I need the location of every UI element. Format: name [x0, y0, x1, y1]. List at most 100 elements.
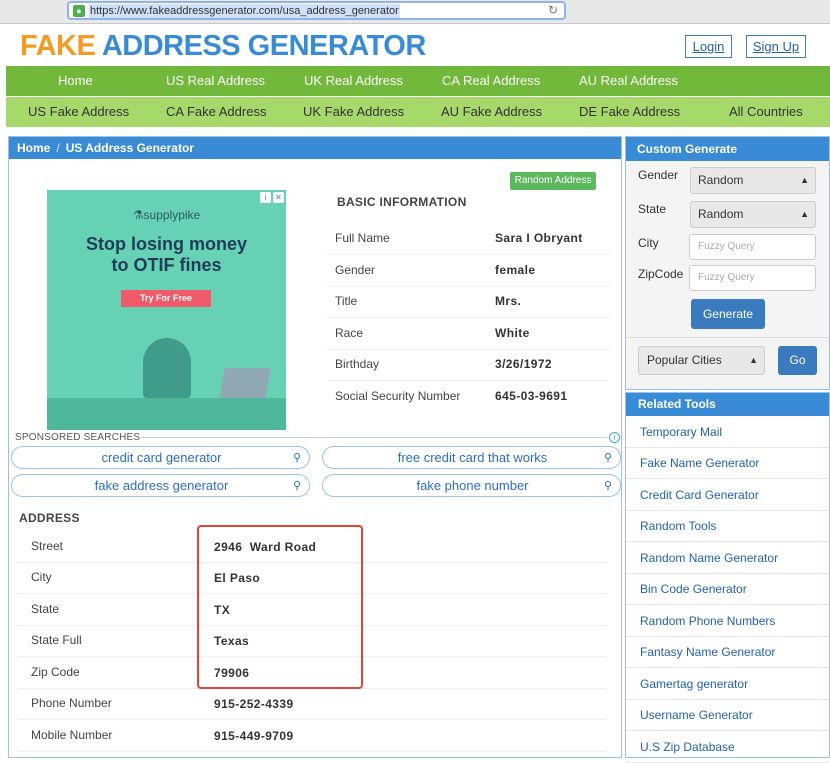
- address-value: 915-252-4339: [214, 697, 294, 711]
- address-label: Zip Code: [31, 665, 80, 679]
- nav-us-real-address[interactable]: US Real Address: [166, 66, 265, 96]
- breadcrumb-home[interactable]: Home: [17, 141, 50, 155]
- random-address-button[interactable]: Random Address: [510, 172, 596, 190]
- nav-all-countries[interactable]: All Countries: [729, 97, 803, 127]
- search-pill-credit-card-generator[interactable]: credit card generator ⚲: [11, 446, 310, 469]
- info-value: female: [495, 263, 536, 277]
- search-pill-fake-address-generator[interactable]: fake address generator ⚲: [11, 474, 310, 497]
- tool-link-us-zip-database[interactable]: U.S Zip Database: [626, 732, 829, 763]
- ad-close-icon[interactable]: ✕: [273, 192, 284, 203]
- sidebar-divider: [626, 337, 829, 338]
- nav-uk-real-address[interactable]: UK Real Address: [304, 66, 403, 96]
- nav-us-fake-address[interactable]: US Fake Address: [28, 97, 129, 127]
- sponsored-info-icon[interactable]: i: [609, 432, 620, 443]
- search-icon: ⚲: [603, 480, 612, 492]
- address-label: City: [31, 570, 52, 584]
- tool-link-bin-code-generator[interactable]: Bin Code Generator: [626, 574, 829, 605]
- info-value: White: [495, 326, 530, 340]
- reload-icon[interactable]: ↻: [548, 3, 558, 18]
- secondary-nav: US Fake Address CA Fake Address UK Fake …: [6, 97, 830, 127]
- ad-headline: Stop losing money to OTIF fines: [47, 234, 286, 276]
- ad-laptop-illustration: [219, 368, 271, 398]
- tool-link-random-name-generator[interactable]: Random Name Generator: [626, 543, 829, 574]
- tool-link-fantasy-name-generator[interactable]: Fantasy Name Generator: [626, 637, 829, 668]
- address-heading: ADDRESS: [19, 511, 80, 525]
- nav-ca-real-address[interactable]: CA Real Address: [442, 66, 540, 96]
- popular-cities-value: Popular Cities: [647, 353, 722, 367]
- search-pill-text: fake phone number: [416, 478, 529, 493]
- search-pill-text: credit card generator: [101, 450, 222, 465]
- gender-select[interactable]: Random ▲: [690, 167, 816, 194]
- nav-uk-fake-address[interactable]: UK Fake Address: [303, 97, 404, 127]
- gender-label: Gender: [638, 168, 679, 182]
- address-bar[interactable]: ● https://www.fakeaddressgenerator.com/u…: [67, 1, 566, 20]
- nav-ca-fake-address[interactable]: CA Fake Address: [166, 97, 266, 127]
- address-label: Street: [31, 539, 64, 553]
- site-header: FAKE ADDRESS GENERATOR Login Sign Up: [0, 24, 830, 66]
- nav-de-fake-address[interactable]: DE Fake Address: [579, 97, 680, 127]
- tool-link-fake-name-generator[interactable]: Fake Name Generator: [626, 448, 829, 479]
- search-pill-text: fake address generator: [94, 478, 229, 493]
- ad-brand: ⚗supplypike: [132, 208, 201, 222]
- info-label: Race: [335, 326, 364, 340]
- info-row-ssn: Social Security Number 645-03-9691: [327, 381, 609, 413]
- login-link[interactable]: Login: [685, 35, 732, 58]
- breadcrumb: Home / US Address Generator: [9, 137, 621, 159]
- info-label: Title: [335, 294, 358, 308]
- search-pill-text: free credit card that works: [397, 450, 548, 465]
- info-row-title: Title Mrs.: [327, 286, 609, 318]
- nav-au-real-address[interactable]: AU Real Address: [579, 66, 678, 96]
- city-input[interactable]: Fuzzy Query: [689, 234, 816, 260]
- tool-link-random-tools[interactable]: Random Tools: [626, 511, 829, 542]
- tool-link-credit-card-generator[interactable]: Credit Card Generator: [626, 480, 829, 511]
- highlight-annotation-box: [197, 525, 363, 689]
- ad-info-icon[interactable]: i: [260, 192, 271, 203]
- ad-desk-illustration: [47, 398, 286, 430]
- sponsored-divider: [141, 437, 607, 438]
- tool-link-gamertag-generator[interactable]: Gamertag generator: [626, 669, 829, 700]
- search-icon: ⚲: [292, 452, 301, 464]
- search-pill-free-credit-card[interactable]: free credit card that works ⚲: [322, 446, 621, 469]
- ad-headline-line1: Stop losing money: [85, 234, 247, 254]
- info-value: Mrs.: [495, 294, 522, 308]
- go-button[interactable]: Go: [778, 346, 817, 375]
- logo-word-address-generator: ADDRESS GENERATOR: [101, 30, 426, 62]
- custom-generate-panel: Custom Generate Gender Random ▲ State Ra…: [625, 136, 830, 390]
- generate-button[interactable]: Generate: [691, 299, 765, 329]
- info-row-birthday: Birthday 3/26/1972: [327, 349, 609, 381]
- tool-link-temporary-mail[interactable]: Temporary Mail: [626, 417, 829, 448]
- select-arrows-icon: ▲: [800, 209, 809, 219]
- info-label: Birthday: [335, 357, 380, 371]
- ad-cta-button[interactable]: Try For Free: [121, 290, 211, 307]
- info-value: 3/26/1972: [495, 357, 552, 371]
- custom-generate-heading: Custom Generate: [626, 137, 829, 161]
- main-panel: Home / US Address Generator i ✕ ⚗supplypik…: [8, 136, 622, 758]
- info-row-race: Race White: [327, 318, 609, 350]
- browser-toolbar: ● https://www.fakeaddressgenerator.com/u…: [0, 0, 830, 24]
- breadcrumb-separator: /: [56, 141, 60, 155]
- breadcrumb-current: US Address Generator: [65, 141, 194, 155]
- address-label: State: [31, 602, 60, 616]
- nav-home[interactable]: Home: [58, 66, 93, 96]
- info-label: Gender: [335, 263, 376, 277]
- lock-icon: ●: [73, 5, 85, 17]
- tool-link-username-generator[interactable]: Username Generator: [626, 700, 829, 731]
- advertisement[interactable]: i ✕ ⚗supplypike Stop losing money to OTI…: [47, 190, 286, 430]
- select-arrows-icon: ▲: [800, 175, 809, 185]
- search-pill-fake-phone-number[interactable]: fake phone number ⚲: [322, 474, 621, 497]
- zipcode-input[interactable]: Fuzzy Query: [689, 265, 816, 291]
- site-logo[interactable]: FAKE ADDRESS GENERATOR: [20, 30, 426, 63]
- tool-link-random-phone-numbers[interactable]: Random Phone Numbers: [626, 606, 829, 637]
- signup-link[interactable]: Sign Up: [746, 35, 806, 58]
- search-icon: ⚲: [603, 452, 612, 464]
- info-label: Full Name: [335, 231, 390, 245]
- url-text[interactable]: https://www.fakeaddressgenerator.com/usa…: [89, 4, 400, 18]
- state-label: State: [638, 202, 667, 216]
- gender-select-value: Random: [698, 173, 744, 187]
- state-select[interactable]: Random ▲: [690, 201, 816, 228]
- state-select-value: Random: [698, 207, 744, 221]
- popular-cities-select[interactable]: Popular Cities ▲: [638, 346, 765, 375]
- basic-info-heading: BASIC INFORMATION: [337, 195, 467, 209]
- related-tools-panel: Related Tools Temporary Mail Fake Name G…: [625, 392, 830, 763]
- nav-au-fake-address[interactable]: AU Fake Address: [441, 97, 542, 127]
